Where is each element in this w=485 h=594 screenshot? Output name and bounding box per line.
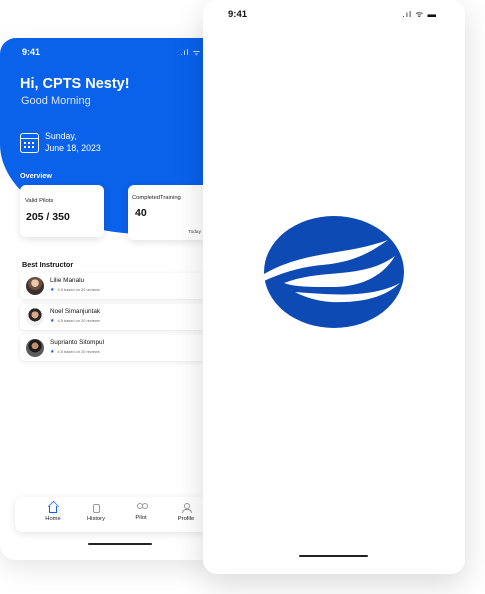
status-icons: .ıl ᯤ bbox=[180, 48, 201, 57]
calendar-icon bbox=[20, 133, 39, 153]
home-indicator bbox=[88, 543, 152, 545]
pilot-icon bbox=[136, 503, 148, 512]
star-icon: ★ bbox=[50, 349, 55, 355]
instructor-rating: ★ 4.5 based on 20 reviews bbox=[50, 349, 100, 355]
date-day: Sunday, bbox=[45, 131, 77, 141]
instructor-rating: ★ 4.5 based on 20 reviews bbox=[50, 287, 100, 293]
stat-title: CompletedTraining bbox=[132, 195, 181, 201]
star-icon: ★ bbox=[50, 318, 55, 324]
nav-profile[interactable]: Profile bbox=[167, 503, 205, 522]
nav-label: History bbox=[86, 516, 106, 522]
bottom-navigation: Home History Pilot Profile bbox=[15, 497, 205, 532]
nav-pilot[interactable]: Pilot bbox=[122, 503, 160, 521]
instructor-name: Noel Simanjuntak bbox=[50, 308, 101, 315]
splash-screen: 9:41 .ıl ᯤ ▬ bbox=[203, 0, 465, 574]
home-icon bbox=[49, 506, 57, 513]
app-mockup-canvas: 9:41 .ıl ᯤ Hi, CPTS Nesty! Good Morning … bbox=[0, 0, 485, 594]
instructor-name: Lilie Manalu bbox=[50, 277, 85, 284]
instructor-rating: ★ 4.5 based on 20 reviews bbox=[50, 318, 100, 324]
status-time: 9:41 bbox=[228, 9, 248, 20]
date-full: June 18, 2023 bbox=[45, 143, 101, 153]
blue-globe-logo bbox=[264, 216, 404, 328]
instructor-card[interactable]: Lilie Manalu ★ 4.5 based on 20 reviews bbox=[20, 273, 205, 299]
instructor-card[interactable]: Noel Simanjuntak ★ 4.5 based on 20 review… bbox=[20, 304, 205, 330]
avatar bbox=[26, 339, 44, 357]
instructor-card[interactable]: Suprianto Sitompul ★ 4.5 based on 20 revi… bbox=[20, 335, 205, 361]
avatar bbox=[26, 277, 44, 295]
history-icon bbox=[92, 504, 100, 513]
valid-pilots-card[interactable]: Valid Pilots 205 / 350 bbox=[20, 185, 104, 237]
status-icons: .ıl ᯤ ▬ bbox=[402, 9, 437, 19]
nav-label: Profile bbox=[177, 516, 195, 522]
profile-icon bbox=[181, 503, 192, 513]
home-indicator bbox=[299, 555, 368, 557]
home-screen: 9:41 .ıl ᯤ Hi, CPTS Nesty! Good Morning … bbox=[0, 38, 205, 560]
nav-label: Pilot bbox=[135, 515, 147, 521]
date-display: Sunday, June 18, 2023 bbox=[20, 130, 101, 154]
completed-training-card[interactable]: CompletedTraining 40 Today bbox=[128, 185, 205, 240]
stat-footnote: Today bbox=[188, 230, 201, 235]
stat-title: Valid Pilots bbox=[25, 198, 54, 204]
star-icon: ★ bbox=[50, 287, 55, 293]
stat-value: 40 bbox=[135, 207, 147, 219]
instructor-name: Suprianto Sitompul bbox=[50, 339, 104, 346]
nav-history[interactable]: History bbox=[77, 503, 115, 522]
best-instructor-heading: Best Instructor bbox=[22, 260, 74, 269]
status-time: 9:41 bbox=[22, 47, 41, 57]
avatar bbox=[26, 308, 44, 326]
greeting-name: Hi, CPTS Nesty! bbox=[20, 76, 130, 92]
nav-label: Home bbox=[45, 516, 61, 522]
overview-heading: Overview bbox=[20, 171, 52, 180]
stat-value: 205 / 350 bbox=[26, 211, 70, 223]
nav-home[interactable]: Home bbox=[34, 503, 72, 522]
greeting-subtitle: Good Morning bbox=[21, 95, 91, 107]
